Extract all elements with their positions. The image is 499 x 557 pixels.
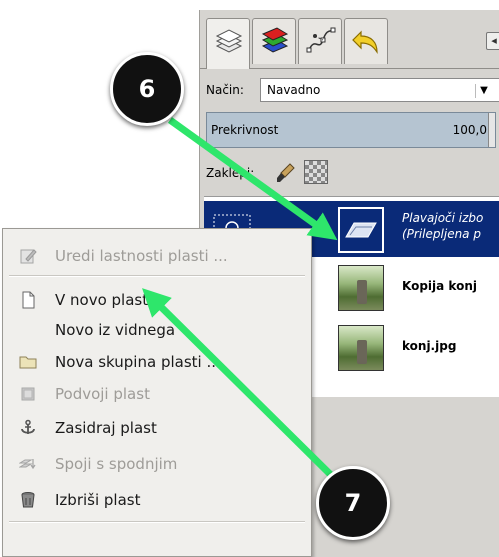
layers-stack-icon [215, 29, 243, 53]
lock-pixels-brush-icon[interactable] [276, 162, 296, 184]
dock-tab-bar: ◂ [200, 10, 499, 69]
layer-thumbnail-kopija-konj [338, 265, 384, 311]
anchor-icon [21, 419, 35, 434]
tab-channels[interactable] [252, 18, 296, 64]
layer-thumbnail-floating [338, 207, 384, 253]
menu-item-anchor-layer[interactable]: Zasidraj plast [3, 413, 311, 443]
mode-select[interactable]: Navadno ▼ [260, 78, 499, 102]
menu-label: Novo iz vidnega [55, 321, 176, 339]
menu-item-new-layer-group[interactable]: Nova skupina plasti ... [3, 347, 311, 377]
menu-item-duplicate-layer[interactable]: Podvoji plast [3, 379, 311, 409]
tab-undo-history[interactable] [344, 18, 388, 64]
opacity-slider[interactable]: Prekrivnost 100,0 [206, 112, 496, 148]
paths-icon [306, 27, 336, 53]
lock-alpha-icon[interactable] [304, 160, 328, 184]
menu-label: V novo plast [55, 291, 149, 309]
mode-value: Navadno [267, 83, 321, 97]
menu-label: Podvoji plast [55, 385, 150, 403]
menu-separator [9, 275, 305, 277]
layer-name: konj.jpg [402, 339, 457, 353]
callout-badge-7: 7 [316, 466, 390, 540]
tab-paths[interactable] [298, 18, 342, 64]
menu-label: Zasidraj plast [55, 419, 157, 437]
menu-item-merge-down[interactable]: Spoji s spodnjim [3, 449, 311, 479]
edit-properties-icon [20, 249, 37, 264]
menu-item-edit-layer-attributes[interactable]: Uredi lastnosti plasti ... [3, 241, 311, 271]
mode-label: Način: [206, 83, 244, 97]
menu-label: Spoji s spodnjim [55, 455, 178, 473]
merge-down-icon [19, 459, 36, 470]
floating-selection-icon [345, 222, 377, 238]
layer-context-menu: Uredi lastnosti plasti ... V novo plast … [2, 228, 312, 557]
tab-layers[interactable] [206, 18, 250, 69]
menu-label: Nova skupina plasti ... [55, 353, 221, 371]
menu-label: Izbriši plast [55, 491, 141, 509]
layer-name-floating-line1: Plavajoči izbo [402, 211, 484, 225]
chevron-down-icon: ▼ [475, 84, 492, 98]
undo-history-icon [352, 30, 378, 54]
menu-separator [9, 521, 305, 523]
duplicate-icon [21, 387, 35, 401]
layer-name: Kopija konj [402, 279, 477, 293]
trash-icon [21, 492, 35, 508]
screenshot-stage: ◂ Način: Navadno ▼ Prekrivnost 100,0 Zak… [0, 0, 499, 557]
lock-label: Zaklepi: [206, 166, 255, 180]
opacity-value: 100,0 [452, 123, 487, 137]
menu-item-new-layer[interactable]: V novo plast [3, 285, 311, 315]
dock-menu-button[interactable]: ◂ [486, 32, 499, 50]
channels-icon [261, 27, 289, 53]
menu-item-delete-layer[interactable]: Izbriši plast [3, 485, 311, 515]
opacity-label: Prekrivnost [211, 123, 279, 137]
folder-icon [19, 356, 37, 369]
menu-label: Uredi lastnosti plasti ... [55, 247, 228, 265]
layer-thumbnail-konj-jpg [338, 325, 384, 371]
opacity-spinner[interactable] [488, 113, 495, 147]
menu-item-new-from-visible[interactable]: Novo iz vidnega [3, 315, 311, 345]
callout-badge-6: 6 [110, 52, 184, 126]
new-layer-icon [22, 291, 35, 309]
layer-name-floating-line2: (Prilepljena p [402, 227, 481, 241]
